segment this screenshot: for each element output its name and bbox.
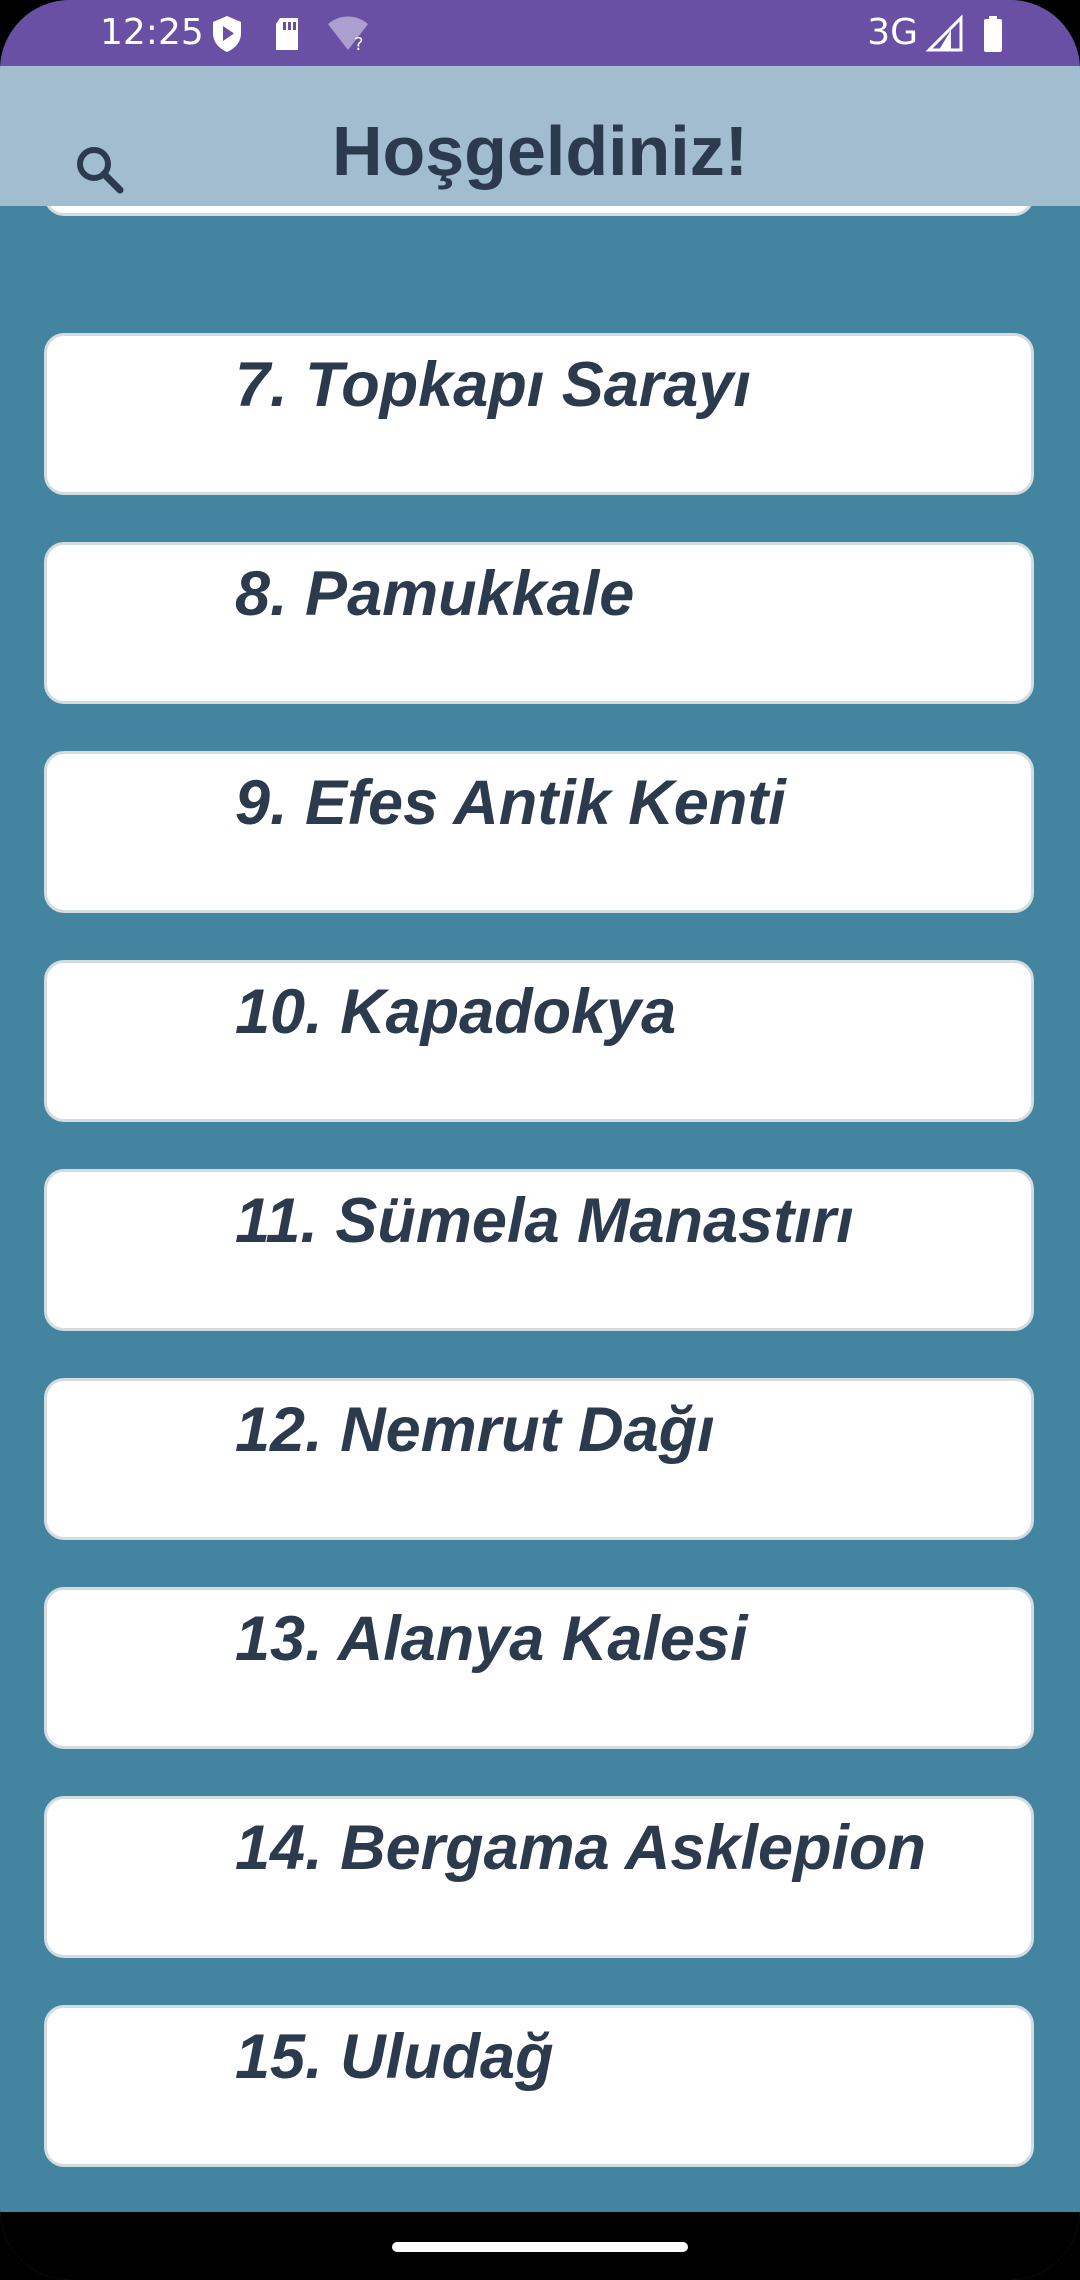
status-bar: 12:25 ? 3G: [0, 0, 1080, 66]
list-item[interactable]: 11. Sümela Manastırı: [44, 1169, 1034, 1331]
phone-screen: 12:25 ? 3G Hoşgeldiniz! 7. Topkapı Saray…: [0, 0, 1080, 2280]
list-item[interactable]: 10. Kapadokya: [44, 960, 1034, 1122]
app-bar: Hoşgeldiniz!: [0, 66, 1080, 206]
sd-card-icon: [276, 18, 298, 50]
svg-text:?: ?: [354, 34, 364, 54]
shield-play-icon: [213, 16, 241, 52]
list-item[interactable]: 14. Bergama Asklepion: [44, 1796, 1034, 1958]
list-item-label: 12. Nemrut Dağı: [235, 1395, 715, 1465]
list-item-label: 14. Bergama Asklepion: [235, 1813, 926, 1883]
status-time: 12:25: [100, 12, 204, 53]
home-gesture-handle[interactable]: [392, 2242, 688, 2252]
list-item[interactable]: 13. Alanya Kalesi: [44, 1587, 1034, 1749]
list-item[interactable]: [44, 206, 1034, 216]
list-item-label: 8. Pamukkale: [235, 559, 635, 629]
list-item-label: 13. Alanya Kalesi: [235, 1604, 748, 1674]
navigation-bar: [0, 2212, 1080, 2280]
list-item-label: 15. Uludağ: [235, 2022, 554, 2092]
list-item[interactable]: 12. Nemrut Dağı: [44, 1378, 1034, 1540]
wifi-unknown-icon: ?: [328, 16, 368, 54]
list-item-label: 10. Kapadokya: [235, 977, 677, 1047]
list-item-label: 9. Efes Antik Kenti: [235, 768, 786, 838]
cell-signal-icon: [925, 14, 963, 52]
page-title: Hoşgeldiniz!: [331, 112, 749, 190]
battery-icon: [984, 16, 1002, 52]
network-type: 3G: [867, 12, 918, 53]
list-item-label: 11. Sümela Manastırı: [235, 1186, 854, 1256]
list-item[interactable]: 7. Topkapı Sarayı: [44, 333, 1034, 495]
list-item[interactable]: 15. Uludağ: [44, 2005, 1034, 2167]
list-item[interactable]: 8. Pamukkale: [44, 542, 1034, 704]
places-list[interactable]: 7. Topkapı Sarayı 8. Pamukkale 9. Efes A…: [0, 206, 1080, 2212]
list-item[interactable]: 9. Efes Antik Kenti: [44, 751, 1034, 913]
list-item-label: 7. Topkapı Sarayı: [235, 350, 751, 420]
